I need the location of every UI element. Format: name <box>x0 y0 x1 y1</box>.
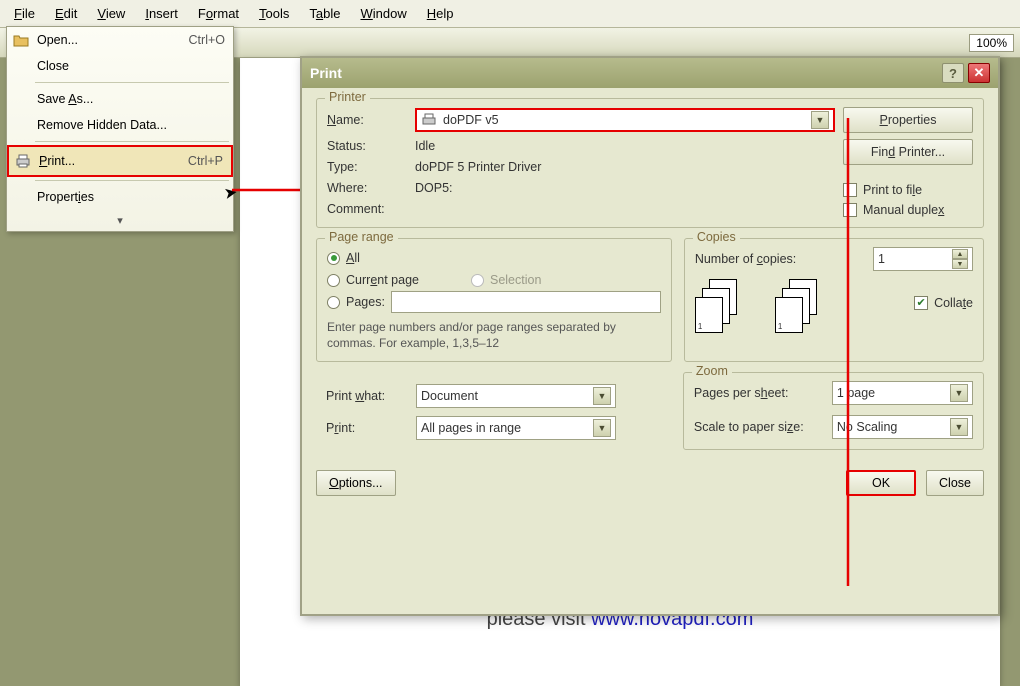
menu-remove-hidden[interactable]: Remove Hidden Data... <box>7 112 233 138</box>
chevron-down-icon[interactable]: ▼ <box>950 384 968 402</box>
open-folder-icon <box>13 32 29 48</box>
menu-insert[interactable]: Insert <box>135 2 188 25</box>
page-range-legend: Page range <box>325 230 398 244</box>
zoom-group: Zoom Pages per sheet: 1 page▼ Scale to p… <box>683 372 984 450</box>
printer-group: Printer Name: doPDF v5 ▼ Properties Find… <box>316 98 984 228</box>
pages-per-sheet-combo[interactable]: 1 page▼ <box>832 381 973 405</box>
copies-legend: Copies <box>693 230 740 244</box>
zoom-box[interactable]: 100% <box>969 34 1014 52</box>
menubar: File Edit View Insert Format Tools Table… <box>0 0 1020 28</box>
where-label: Where: <box>327 181 407 195</box>
dialog-help-button[interactable]: ? <box>942 63 964 83</box>
chevron-down-icon[interactable]: ▼ <box>811 111 829 129</box>
num-copies-label: Number of copies: <box>695 252 796 266</box>
where-value: DOP5: <box>415 181 835 195</box>
pages-per-sheet-label: Pages per sheet: <box>694 386 824 400</box>
properties-button[interactable]: Properties <box>843 107 973 133</box>
page-range-hint: Enter page numbers and/or page ranges se… <box>327 319 661 351</box>
printer-icon <box>15 153 31 169</box>
menu-sep <box>35 82 229 83</box>
close-button[interactable]: Close <box>926 470 984 496</box>
dialog-titlebar: Print ? ✕ <box>302 58 998 88</box>
printer-legend: Printer <box>325 90 370 104</box>
collate-icon: 321 321 <box>695 279 825 334</box>
collate-checkbox[interactable]: ✔Collate <box>914 296 973 310</box>
print-dialog: Print ? ✕ Printer Name: doPDF v5 ▼ Prope… <box>300 56 1000 616</box>
menu-open[interactable]: Open...Ctrl+O <box>7 27 233 53</box>
status-label: Status: <box>327 139 407 153</box>
radio-selection <box>471 274 484 287</box>
menu-table[interactable]: Table <box>299 2 350 25</box>
chevron-down-icon[interactable]: ▼ <box>950 418 968 436</box>
zoom-legend: Zoom <box>692 364 732 378</box>
print-which-combo[interactable]: All pages in range▼ <box>416 416 616 440</box>
menu-properties[interactable]: Properties <box>7 184 233 210</box>
menu-sep <box>35 141 229 142</box>
type-value: doPDF 5 Printer Driver <box>415 160 835 174</box>
comment-label: Comment: <box>327 202 407 216</box>
menu-edit[interactable]: Edit <box>45 2 87 25</box>
chevron-down-icon[interactable]: ▼ <box>593 387 611 405</box>
print-which-label: Print: <box>326 421 416 435</box>
print-what-combo[interactable]: Document▼ <box>416 384 616 408</box>
chevron-down-icon[interactable]: ▼ <box>593 419 611 437</box>
status-value: Idle <box>415 139 835 153</box>
dialog-close-button[interactable]: ✕ <box>968 63 990 83</box>
print-what-label: Print what: <box>326 389 416 403</box>
name-label: Name: <box>327 113 407 127</box>
print-to-file-checkbox[interactable]: Print to file <box>843 183 973 197</box>
dialog-title: Print <box>310 65 342 81</box>
file-menu-dropdown: Open...Ctrl+O Close Save As... Remove Hi… <box>6 26 234 232</box>
printer-name-combo[interactable]: doPDF v5 ▼ <box>415 108 835 132</box>
copies-value: 1 <box>878 252 885 266</box>
menu-view[interactable]: View <box>87 2 135 25</box>
menu-help[interactable]: Help <box>417 2 464 25</box>
menu-window[interactable]: Window <box>351 2 417 25</box>
menu-format[interactable]: Format <box>188 2 249 25</box>
options-button[interactable]: Options... <box>316 470 396 496</box>
pages-input[interactable] <box>391 291 661 313</box>
printer-name-value: doPDF v5 <box>443 113 499 127</box>
ok-button[interactable]: OK <box>846 470 916 496</box>
spin-up-icon[interactable]: ▲ <box>952 249 968 259</box>
copies-spinner[interactable]: 1 ▲▼ <box>873 247 973 271</box>
type-label: Type: <box>327 160 407 174</box>
scale-combo[interactable]: No Scaling▼ <box>832 415 973 439</box>
menu-file[interactable]: File <box>4 2 45 25</box>
menu-expand-icon[interactable]: ▾ <box>7 210 233 231</box>
find-printer-button[interactable]: Find Printer... <box>843 139 973 165</box>
radio-current[interactable] <box>327 274 340 287</box>
manual-duplex-checkbox[interactable]: Manual duplex <box>843 203 973 217</box>
spin-down-icon[interactable]: ▼ <box>952 259 968 269</box>
menu-sep <box>35 180 229 181</box>
radio-all[interactable]: All <box>327 247 661 269</box>
printer-icon <box>421 112 437 128</box>
menu-print[interactable]: Print...Ctrl+P <box>7 145 233 177</box>
copies-group: Copies Number of copies: 1 ▲▼ 321 321 ✔ <box>684 238 984 362</box>
scale-label: Scale to paper size: <box>694 420 824 434</box>
menu-save-as[interactable]: Save As... <box>7 86 233 112</box>
menu-close[interactable]: Close <box>7 53 233 79</box>
menu-tools[interactable]: Tools <box>249 2 299 25</box>
radio-pages[interactable] <box>327 296 340 309</box>
page-range-group: Page range All Current page Selection Pa… <box>316 238 672 362</box>
